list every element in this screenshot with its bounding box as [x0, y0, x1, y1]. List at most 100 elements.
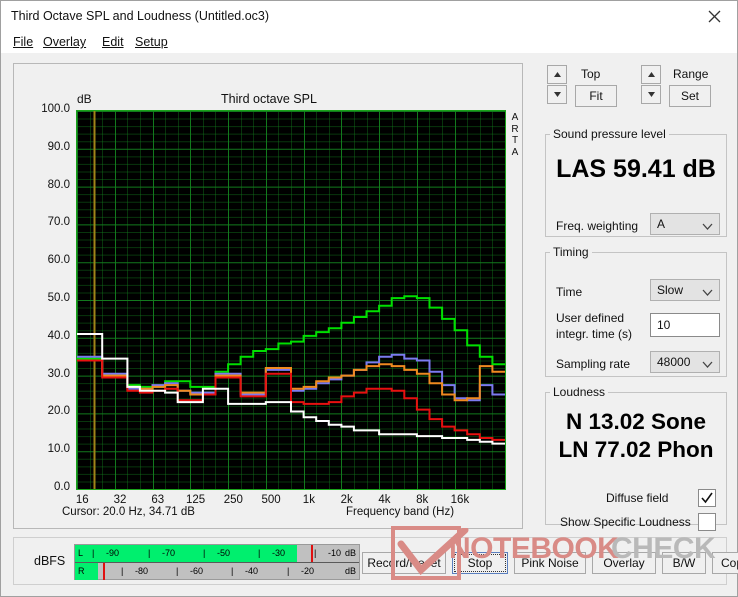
scale-controls-row: Top Fit Range Set [537, 63, 727, 111]
top-fit-button[interactable]: Fit [575, 85, 617, 107]
x-tick-label: 8k [416, 494, 429, 506]
meter-tick-mark: | [121, 566, 124, 576]
y-tick-label: 100.0 [41, 103, 70, 115]
chevron-down-icon [702, 219, 713, 233]
dbfs-meter-right-channel: R | -80 | -60 | -40 | -20 dB [75, 563, 359, 580]
timing-group: Timing Time Slow User defined integr. ti… [545, 245, 727, 377]
y-tick-label: 0.0 [54, 481, 70, 493]
x-tick-label: 1k [302, 494, 315, 506]
bottom-toolbar: dBFS L | -90 | -70 | -50 | -30 | -10 dB R | -80 | -60 | -… [13, 537, 738, 585]
app-window: Third Octave SPL and Loudness (Untitled.… [0, 0, 738, 597]
bw-button[interactable]: B/W [662, 552, 706, 574]
show-specific-loudness-label: Show Specific Loudness [560, 515, 691, 529]
y-tick-label: 80.0 [47, 178, 70, 191]
meter-tick-mark: | [92, 548, 95, 558]
loudness-sone-value: N 13.02 Sone [565, 409, 707, 434]
sampling-rate-label: Sampling rate [556, 357, 631, 371]
diffuse-field-label: Diffuse field [606, 491, 669, 505]
meter-tick-mark: | [287, 566, 290, 576]
chart-panel: Third octave SPL dB 100.0 90.0 80.0 70.0 60.… [13, 63, 523, 529]
meter-tick-label: -70 [162, 548, 176, 558]
close-icon[interactable] [691, 1, 737, 32]
x-tick-label: 4k [378, 494, 391, 506]
time-label: Time [556, 285, 583, 299]
y-tick-label: 50.0 [47, 292, 70, 304]
x-tick-label: 32 [113, 494, 127, 506]
freq-weighting-select[interactable]: A [650, 213, 720, 235]
spl-chart-svg [77, 111, 505, 489]
time-value: Slow [657, 283, 684, 297]
menu-item-file[interactable]: File [11, 35, 35, 49]
meter-tick-label: -40 [245, 566, 259, 576]
top-label: Top [581, 67, 601, 81]
meter-channel-label: L [78, 548, 84, 558]
y-tick-label: 40.0 [47, 329, 70, 342]
spl-group-legend: Sound pressure level [553, 127, 666, 141]
x-tick-label: 16 [75, 494, 89, 506]
dbfs-meter: L | -90 | -70 | -50 | -30 | -10 dB R | -80 | -60 | -40 | -2… [74, 544, 360, 580]
range-spinner-down-icon[interactable] [641, 85, 661, 104]
plot-area[interactable] [76, 110, 506, 490]
time-select[interactable]: Slow [650, 279, 720, 301]
loudness-group-legend: Loudness [553, 385, 606, 399]
y-axis-unit-label: dB [77, 92, 92, 106]
integr-time-label-line1: User defined [556, 311, 625, 325]
timing-group-legend: Timing [553, 245, 589, 259]
freq-weighting-label: Freq. weighting [556, 219, 639, 233]
freq-weighting-value: A [657, 217, 666, 231]
range-set-button[interactable]: Set [669, 85, 711, 107]
top-spinner-up-icon[interactable] [547, 65, 567, 84]
copy-button[interactable]: Copy [712, 552, 738, 574]
stop-button[interactable]: Stop [452, 552, 508, 574]
meter-unit-label: dB [344, 548, 356, 558]
loudness-phon-value: LN 77.02 Phon [558, 437, 714, 462]
integr-time-input[interactable]: 10 [650, 313, 720, 337]
meter-tick-mark: | [314, 548, 317, 558]
dbfs-label: dBFS [34, 554, 66, 568]
top-spinner[interactable] [547, 65, 567, 105]
range-spinner[interactable] [641, 65, 661, 105]
y-tick-label: 70.0 [47, 216, 70, 229]
overlay-button[interactable]: Overlay [592, 552, 656, 574]
spl-value: LAS 59.41 dB [556, 155, 716, 183]
meter-channel-label: R [78, 566, 85, 576]
menu-item-edit[interactable]: Edit [100, 35, 126, 49]
meter-tick-mark: | [203, 548, 206, 558]
meter-tick-label: -30 [272, 548, 286, 558]
meter-tick-mark: | [148, 548, 151, 558]
diffuse-field-checkbox[interactable] [698, 489, 716, 507]
meter-peak-marker [311, 545, 313, 562]
y-tick-label: 20.0 [47, 405, 70, 418]
meter-tick-mark: | [176, 566, 179, 576]
record-reset-button[interactable]: Record/Reset [362, 552, 446, 574]
show-specific-loudness-checkbox[interactable] [698, 513, 716, 531]
meter-unit-label: dB [344, 566, 356, 576]
range-spinner-up-icon[interactable] [641, 65, 661, 84]
menu-bar: File Overlay Edit Setup [1, 33, 737, 53]
top-spinner-down-icon[interactable] [547, 85, 567, 104]
y-tick-label: 60.0 [47, 254, 70, 267]
sampling-rate-select[interactable]: 48000 [650, 351, 720, 373]
chevron-down-icon [702, 285, 713, 299]
meter-tick-label: -50 [217, 548, 231, 558]
sampling-rate-value: 48000 [657, 355, 691, 369]
menu-item-setup[interactable]: Setup [133, 35, 170, 49]
meter-tick-label: -80 [135, 566, 149, 576]
right-control-column: Top Fit Range Set Sound pressure level L… [537, 63, 727, 531]
y-tick-label: 30.0 [47, 367, 70, 380]
meter-tick-label: -10 [328, 548, 342, 558]
pink-noise-button[interactable]: Pink Noise [514, 552, 586, 574]
menu-item-overlay[interactable]: Overlay [41, 35, 88, 49]
title-bar: Third Octave SPL and Loudness (Untitled.… [1, 1, 737, 33]
chevron-down-icon [702, 357, 713, 371]
dbfs-meter-left-channel: L | -90 | -70 | -50 | -30 | -10 dB [75, 545, 359, 562]
cursor-readout: Cursor: 20.0 Hz, 34.71 dB [62, 506, 195, 518]
y-tick-label: 90.0 [47, 140, 70, 153]
x-axis-label: Frequency band (Hz) [346, 506, 455, 518]
meter-tick-label: -60 [190, 566, 204, 576]
x-tick-label: 16k [450, 494, 470, 506]
x-tick-label: 125 [185, 494, 206, 506]
arta-branding: ARTA [511, 112, 519, 158]
meter-tick-label: -20 [301, 566, 315, 576]
sound-pressure-level-group: Sound pressure level LAS 59.41 dB Freq. … [545, 127, 727, 237]
